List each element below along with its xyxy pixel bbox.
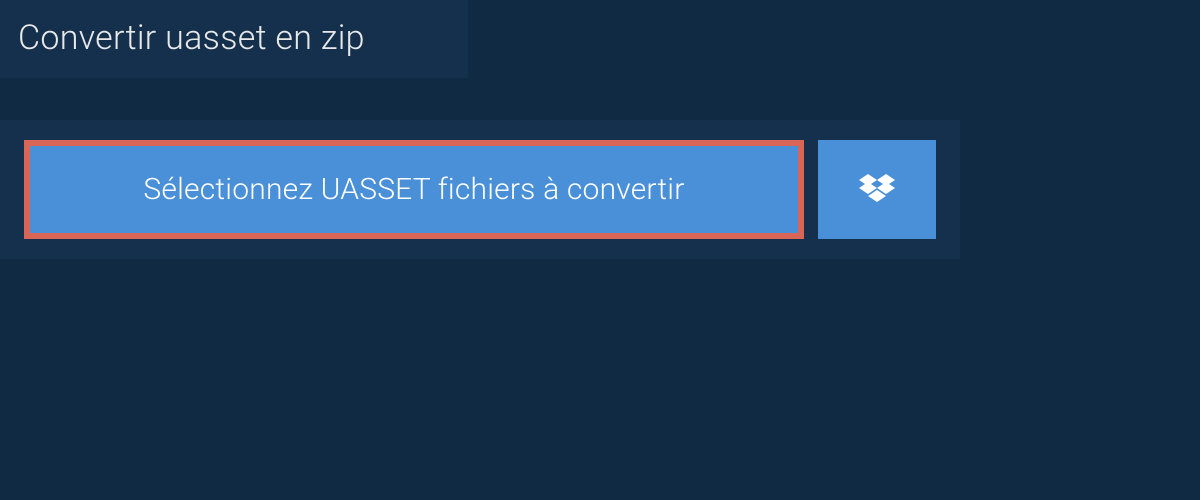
tab-label: Convertir uasset en zip: [18, 18, 365, 58]
tab-header[interactable]: Convertir uasset en zip: [0, 0, 468, 78]
dropbox-icon: [859, 174, 895, 206]
dropbox-button[interactable]: [818, 140, 936, 239]
converter-panel: Sélectionnez UASSET fichiers à convertir: [0, 120, 960, 259]
select-files-button[interactable]: Sélectionnez UASSET fichiers à convertir: [24, 140, 804, 239]
select-files-label: Sélectionnez UASSET fichiers à convertir: [143, 172, 684, 207]
